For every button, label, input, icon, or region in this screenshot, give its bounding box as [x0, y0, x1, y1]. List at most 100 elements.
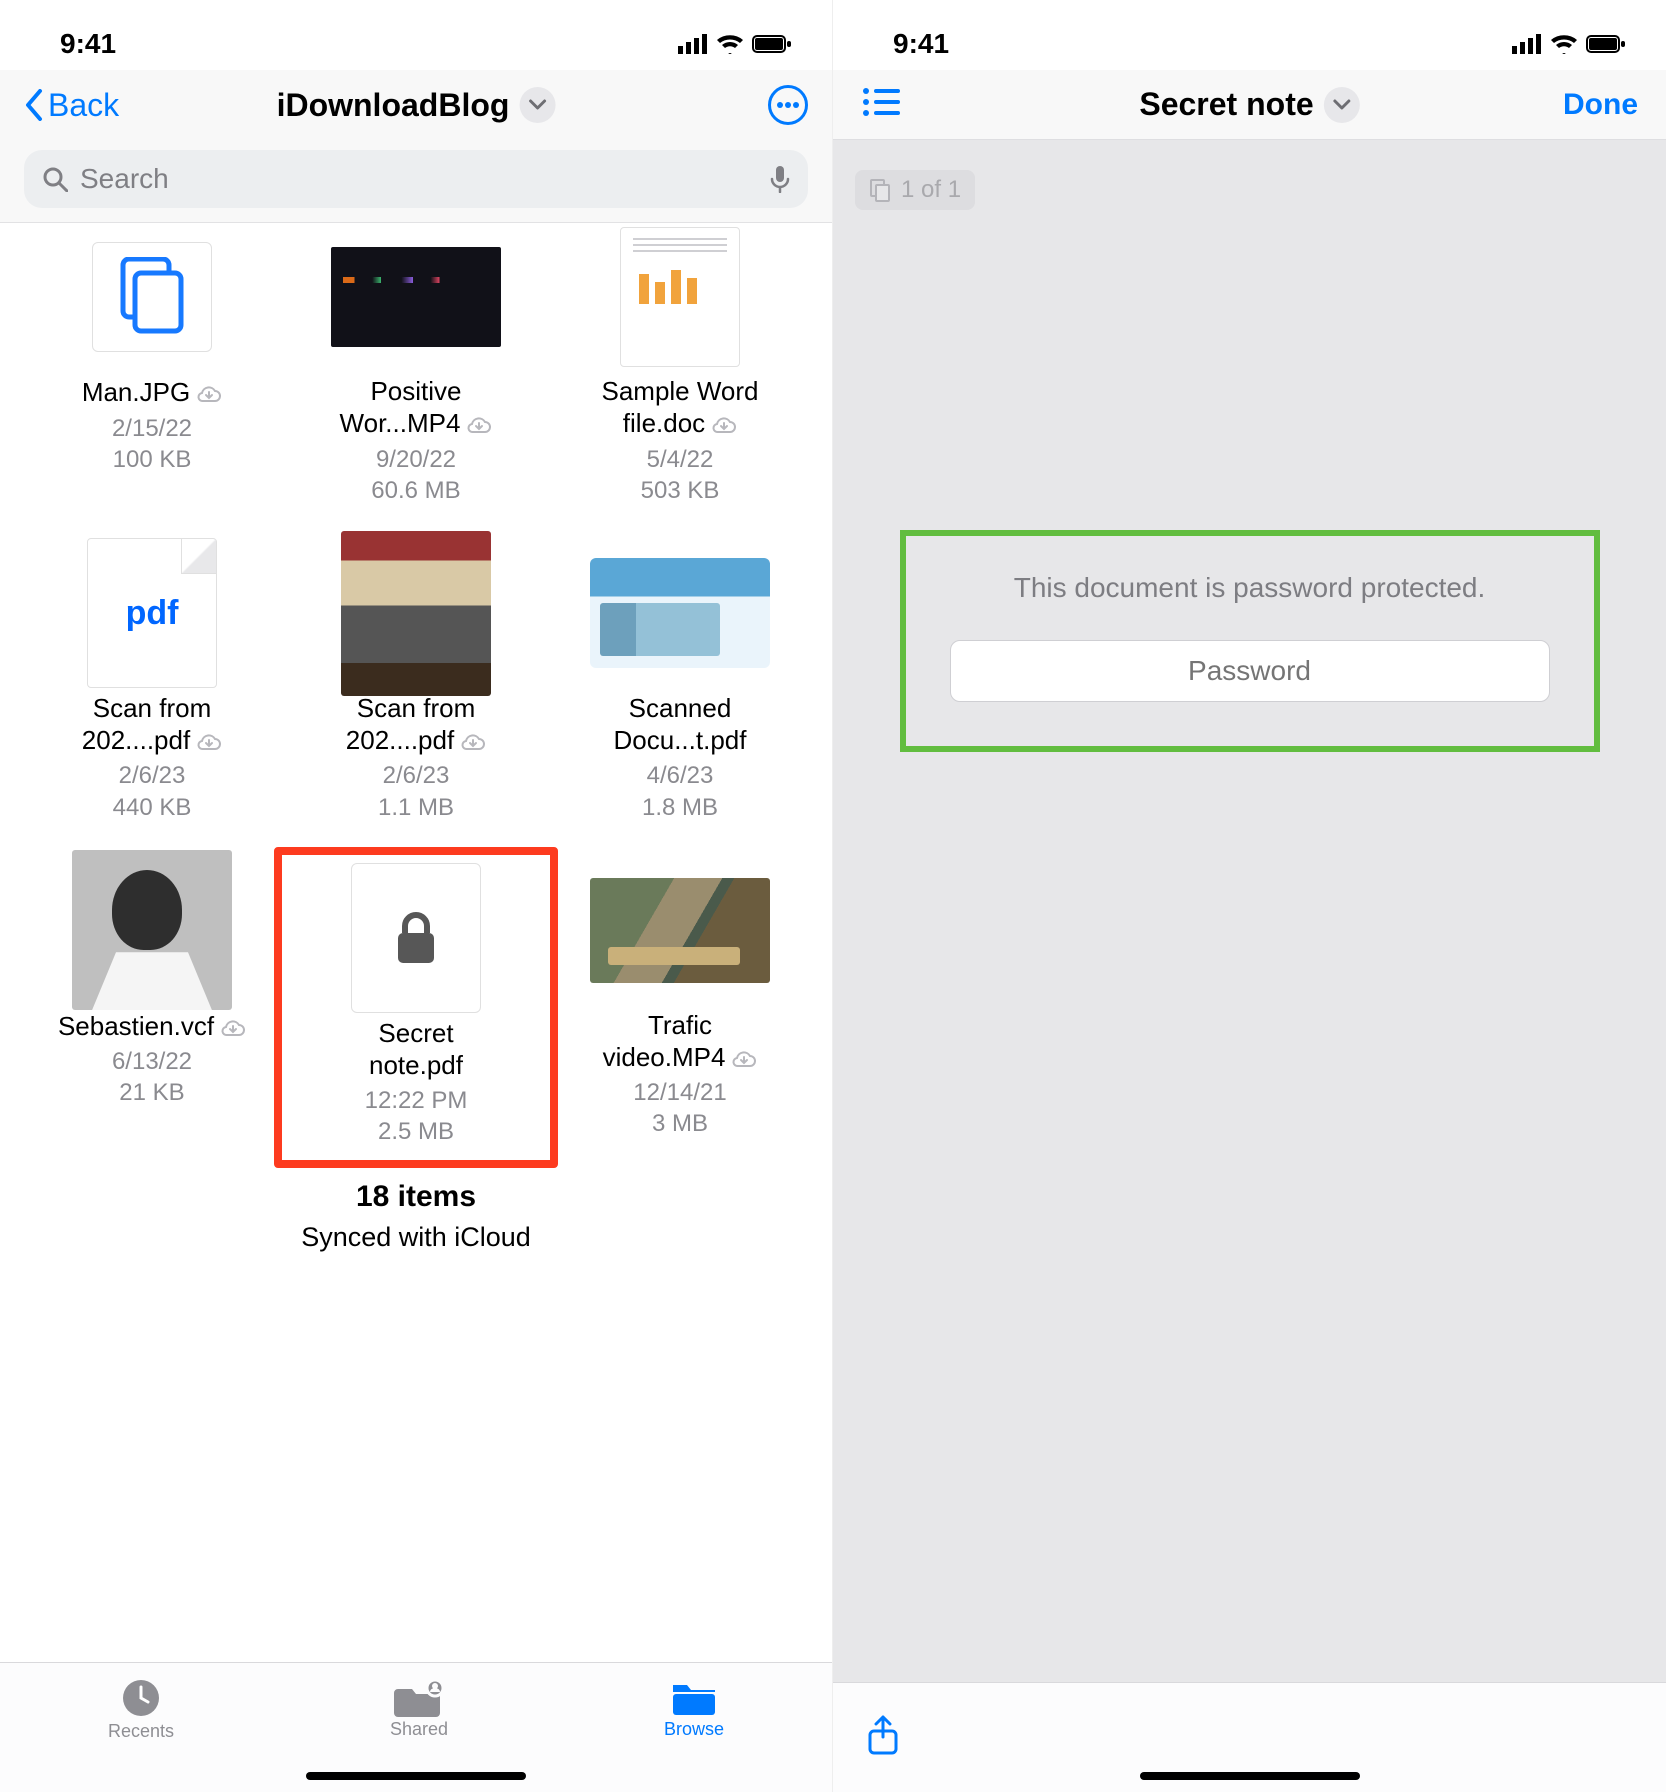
- file-date: 2/6/23: [284, 760, 548, 791]
- card-thumb: [590, 558, 770, 668]
- tab-shared[interactable]: Shared: [390, 1677, 448, 1740]
- document-title[interactable]: Secret note: [1139, 86, 1359, 123]
- locked-thumb: [351, 863, 481, 1013]
- chevron-down-icon: [519, 87, 555, 123]
- file-size: 100 KB: [20, 444, 284, 475]
- search-icon: [42, 166, 68, 192]
- file-name: Sebastien.vcf: [58, 1010, 214, 1043]
- file-item-secret-note[interactable]: Secret note.pdf 12:22 PM2.5 MB: [284, 863, 548, 1156]
- home-indicator[interactable]: [1140, 1772, 1360, 1780]
- file-name: 202....pdf: [82, 724, 190, 757]
- back-button[interactable]: Back: [24, 87, 119, 124]
- cloud-icon: [460, 724, 486, 757]
- mic-icon[interactable]: [770, 165, 790, 193]
- sync-status: Synced with iCloud: [0, 1222, 832, 1253]
- video-thumb: [590, 878, 770, 983]
- file-name: note.pdf: [369, 1049, 463, 1082]
- file-item[interactable]: Trafic video.MP4 12/14/213 MB: [548, 863, 812, 1156]
- file-date: 5/4/22: [548, 444, 812, 475]
- cellular-icon: [1512, 34, 1542, 54]
- grid-footer: 18 items Synced with iCloud: [0, 1156, 832, 1253]
- file-name: Positive: [370, 376, 461, 406]
- password-message: This document is password protected.: [942, 572, 1558, 604]
- pages-icon: [117, 257, 187, 337]
- file-name: 202....pdf: [346, 724, 454, 757]
- item-count: 18 items: [0, 1180, 832, 1214]
- back-label: Back: [48, 87, 119, 124]
- tab-label: Recents: [108, 1721, 174, 1742]
- folder-title-text: iDownloadBlog: [277, 87, 510, 124]
- file-size: 60.6 MB: [284, 475, 548, 506]
- folder-title[interactable]: iDownloadBlog: [277, 87, 556, 124]
- file-size: 1.8 MB: [548, 792, 812, 823]
- status-time: 9:41: [60, 28, 116, 60]
- file-name: Sample Word: [601, 376, 758, 406]
- lock-icon: [392, 911, 440, 965]
- contact-thumb: [72, 850, 232, 1010]
- file-name: Scanned: [629, 693, 732, 723]
- file-name: Scan from: [357, 693, 476, 723]
- page-indicator: 1 of 1: [855, 170, 975, 210]
- file-size: 3 MB: [548, 1108, 812, 1139]
- file-size: 440 KB: [20, 792, 284, 823]
- cellular-icon: [678, 34, 708, 54]
- file-item[interactable]: Sebastien.vcf 6/13/2221 KB: [20, 863, 284, 1156]
- status-bar: 9:41: [0, 0, 832, 70]
- file-name: Docu...t.pdf: [614, 724, 747, 757]
- battery-icon: [1586, 34, 1626, 54]
- thumbnails-button[interactable]: [861, 86, 901, 123]
- tab-label: Browse: [664, 1719, 724, 1740]
- password-input[interactable]: [950, 640, 1550, 702]
- share-button[interactable]: [865, 1713, 901, 1762]
- file-name: video.MP4: [603, 1041, 726, 1074]
- document-viewer-screen: 9:41 Sec: [833, 0, 1666, 1792]
- cloud-icon: [220, 1010, 246, 1043]
- folder-icon: [669, 1677, 719, 1717]
- cloud-icon: [711, 407, 737, 440]
- search-bar-wrap: Search: [0, 140, 832, 223]
- file-item[interactable]: Positive Wor...MP4 9/20/2260.6 MB: [284, 229, 548, 506]
- video-thumb: [331, 247, 501, 347]
- clock-icon: [120, 1677, 162, 1719]
- viewer-toolbar: [833, 1682, 1666, 1792]
- wifi-icon: [716, 34, 744, 54]
- shared-folder-icon: [394, 1677, 444, 1717]
- file-size: 503 KB: [548, 475, 812, 506]
- file-name: Wor...MP4: [340, 407, 461, 440]
- photo-thumb: [341, 531, 491, 696]
- file-item[interactable]: Man.JPG 2/15/22100 KB: [20, 229, 284, 506]
- file-item[interactable]: pdf Scan from 202....pdf 2/6/23440 KB: [20, 546, 284, 823]
- pages-stack-icon: [869, 178, 891, 202]
- file-grid: Man.JPG 2/15/22100 KB Positive Wor...MP4…: [0, 223, 832, 1156]
- document-title-text: Secret note: [1139, 86, 1313, 123]
- chevron-down-icon: [1324, 87, 1360, 123]
- status-icons: [1512, 34, 1626, 54]
- file-item[interactable]: Sample Word file.doc 5/4/22503 KB: [548, 229, 812, 506]
- file-size: 2.5 MB: [292, 1116, 540, 1147]
- file-name: Trafic: [648, 1010, 712, 1040]
- highlight-box: Secret note.pdf 12:22 PM2.5 MB: [274, 847, 558, 1168]
- nav-bar: Back iDownloadBlog: [0, 70, 832, 140]
- tab-recents[interactable]: Recents: [108, 1677, 174, 1742]
- file-item[interactable]: Scan from 202....pdf 2/6/231.1 MB: [284, 546, 548, 823]
- list-icon: [861, 86, 901, 118]
- search-placeholder: Search: [80, 163, 758, 195]
- cloud-icon: [196, 376, 222, 409]
- more-button[interactable]: [768, 85, 808, 125]
- doc-thumb: [620, 227, 740, 367]
- cloud-icon: [731, 1041, 757, 1074]
- page-label: 1 of 1: [901, 176, 961, 204]
- file-name: Man.JPG: [82, 376, 190, 409]
- pdf-thumb: pdf: [87, 538, 217, 688]
- home-indicator[interactable]: [306, 1772, 526, 1780]
- tab-bar: Recents Shared Browse: [0, 1662, 832, 1792]
- ellipsis-icon: [777, 102, 799, 108]
- wifi-icon: [1550, 34, 1578, 54]
- tab-browse[interactable]: Browse: [664, 1677, 724, 1740]
- cloud-icon: [196, 724, 222, 757]
- done-button[interactable]: Done: [1563, 88, 1638, 122]
- file-date: 4/6/23: [548, 760, 812, 791]
- search-field[interactable]: Search: [24, 150, 808, 208]
- file-item[interactable]: Scanned Docu...t.pdf 4/6/231.8 MB: [548, 546, 812, 823]
- chevron-left-icon: [24, 89, 44, 121]
